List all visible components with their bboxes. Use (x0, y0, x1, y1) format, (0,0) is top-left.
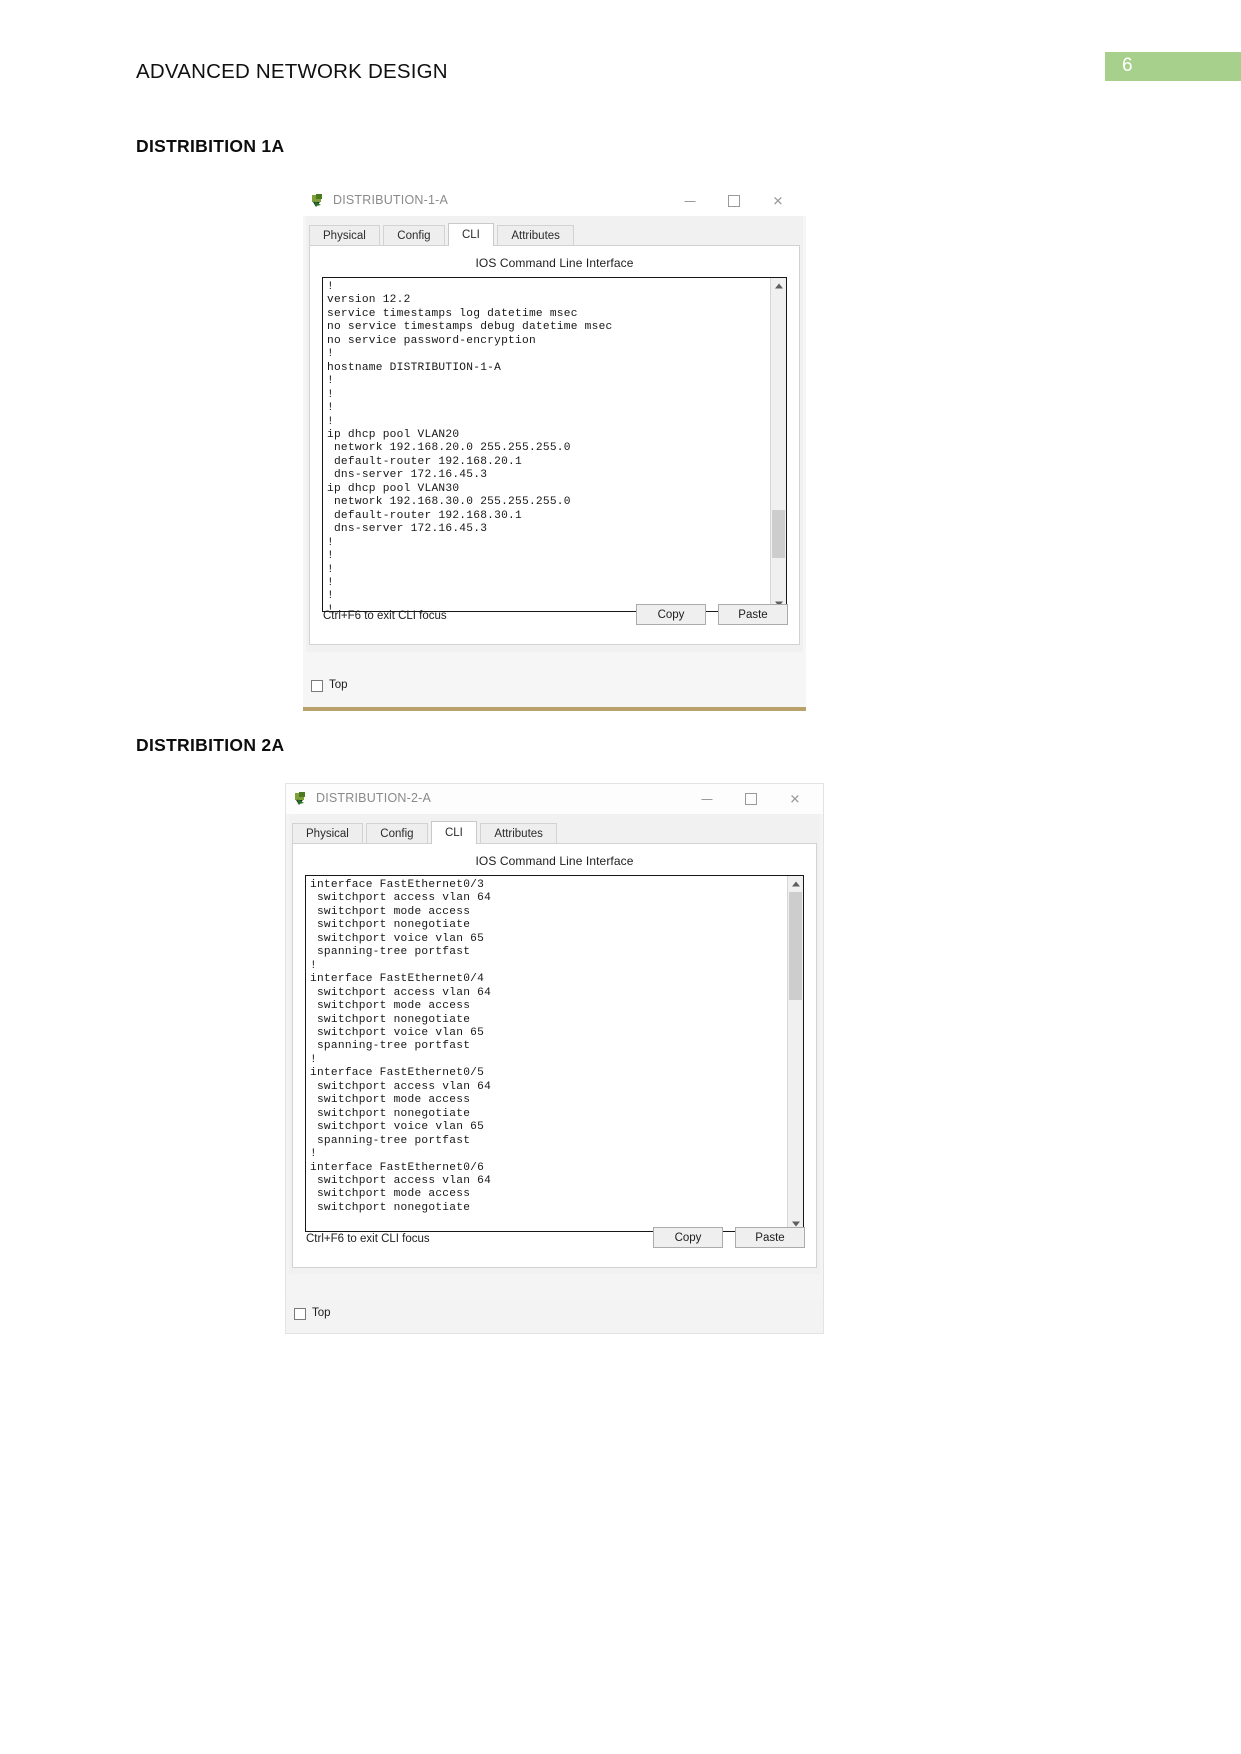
top-checkbox[interactable] (311, 680, 323, 692)
close-button[interactable]: ✕ (773, 788, 817, 810)
cli-panel-footer: Ctrl+F6 to exit CLI focus Copy Paste (293, 1219, 816, 1267)
device-window-distribution-1-a: DISTRIBUTION-1-A ✕ Physical Config CLI A… (303, 186, 806, 711)
window-title: DISTRIBUTION-1-A (333, 193, 449, 207)
top-checkbox-label: Top (329, 679, 348, 691)
cli-output-text: interface FastEthernet0/3 switchport acc… (310, 879, 492, 1214)
window-title: DISTRIBUTION-2-A (316, 791, 432, 805)
tab-bar: Physical Config CLI Attributes (289, 814, 820, 844)
minimize-button[interactable] (685, 788, 729, 810)
packet-tracer-device-icon (294, 791, 309, 806)
cli-tab-panel: IOS Command Line Interface interface Fas… (292, 843, 817, 1268)
tab-cli[interactable]: CLI (447, 223, 494, 246)
cli-panel-footer: Ctrl+F6 to exit CLI focus Copy Paste (310, 596, 799, 644)
window-footer: Top (303, 671, 806, 707)
paste-button[interactable]: Paste (735, 1227, 805, 1248)
tab-config[interactable]: Config (383, 225, 445, 246)
window-titlebar[interactable]: DISTRIBUTION-1-A ✕ (303, 186, 806, 216)
tab-attributes[interactable]: Attributes (480, 823, 557, 844)
cli-tab-panel: IOS Command Line Interface ! version 12.… (309, 245, 800, 645)
window-footer: Top (286, 1299, 823, 1333)
cli-terminal[interactable]: interface FastEthernet0/3 switchport acc… (305, 875, 804, 1232)
cli-scrollbar[interactable] (787, 876, 803, 1231)
top-checkbox[interactable] (294, 1308, 306, 1320)
tab-physical[interactable]: Physical (292, 823, 363, 844)
tab-physical[interactable]: Physical (309, 225, 380, 246)
scroll-thumb[interactable] (789, 892, 802, 1000)
section-heading-distribition-1a: DISTRIBITION 1A (136, 136, 285, 156)
copy-button[interactable]: Copy (653, 1227, 723, 1248)
close-button[interactable]: ✕ (756, 190, 800, 212)
tab-config[interactable]: Config (366, 823, 428, 844)
paste-button[interactable]: Paste (718, 604, 788, 625)
page-header: ADVANCED NETWORK DESIGN 6 (0, 52, 1241, 100)
tab-attributes[interactable]: Attributes (497, 225, 574, 246)
cli-focus-hint: Ctrl+F6 to exit CLI focus (323, 610, 447, 622)
close-icon: ✕ (789, 791, 801, 807)
window-titlebar[interactable]: DISTRIBUTION-2-A ✕ (286, 784, 823, 814)
window-controls: ✕ (685, 788, 817, 810)
page-number-badge: 6 (1105, 52, 1241, 81)
page-title: ADVANCED NETWORK DESIGN (136, 60, 448, 83)
top-checkbox-label: Top (312, 1307, 331, 1319)
page-number: 6 (1122, 55, 1133, 76)
cli-output-text: ! version 12.2 service timestamps log da… (327, 281, 613, 610)
device-window-distribution-2-a: DISTRIBUTION-2-A ✕ Physical Config CLI A… (285, 783, 824, 1334)
cli-panel-heading: IOS Command Line Interface (475, 854, 634, 868)
maximize-button[interactable] (712, 190, 756, 212)
tab-bar: Physical Config CLI Attributes (306, 216, 803, 246)
cli-panel-heading: IOS Command Line Interface (475, 256, 634, 270)
scroll-thumb[interactable] (772, 510, 785, 558)
cli-focus-hint: Ctrl+F6 to exit CLI focus (306, 1233, 430, 1245)
cli-scrollbar[interactable] (770, 278, 786, 611)
window-body: Physical Config CLI Attributes IOS Comma… (306, 216, 803, 652)
close-icon: ✕ (772, 193, 784, 209)
packet-tracer-device-icon (311, 193, 326, 208)
tab-cli[interactable]: CLI (430, 821, 477, 844)
scroll-up-arrow-icon[interactable] (771, 278, 786, 293)
window-body: Physical Config CLI Attributes IOS Comma… (289, 814, 820, 1274)
section-heading-distribition-2a: DISTRIBITION 2A (136, 735, 285, 755)
copy-button[interactable]: Copy (636, 604, 706, 625)
maximize-button[interactable] (729, 788, 773, 810)
cli-terminal[interactable]: ! version 12.2 service timestamps log da… (322, 277, 787, 612)
minimize-button[interactable] (668, 190, 712, 212)
window-controls: ✕ (668, 190, 800, 212)
scroll-up-arrow-icon[interactable] (788, 876, 803, 891)
